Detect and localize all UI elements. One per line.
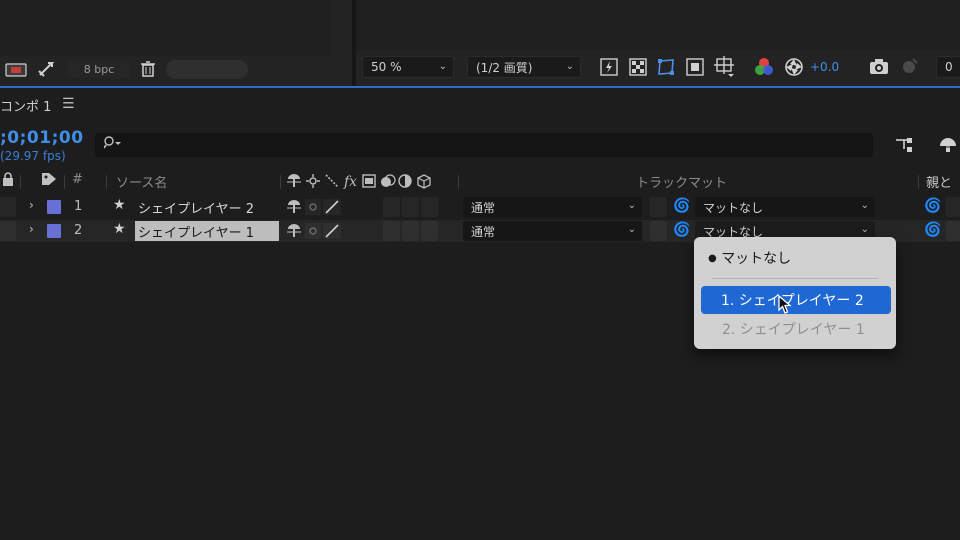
- parent-pick-whip-icon[interactable]: 🌀: [924, 198, 941, 214]
- checkmark-dot-icon: ●: [708, 253, 717, 264]
- parent-pick-whip-icon[interactable]: 🌀: [924, 222, 941, 238]
- chevron-down-icon: ⌄: [565, 61, 574, 72]
- search-icon: [103, 136, 124, 154]
- layer-search-input[interactable]: [95, 133, 873, 157]
- column-separator[interactable]: [918, 175, 919, 189]
- render-queue-icon[interactable]: [36, 59, 56, 79]
- preserve-transparency-switch[interactable]: [650, 221, 667, 241]
- bit-depth-button[interactable]: 8 bpc: [68, 61, 130, 78]
- track-matte-dropdown[interactable]: マットなし ⌄: [695, 197, 875, 217]
- view-options-value: 0: [945, 60, 953, 74]
- chevron-down-icon: ⌄: [627, 200, 636, 211]
- menu-separator: [712, 278, 878, 279]
- grid-guides-icon[interactable]: [712, 55, 736, 79]
- blend-mode-value: 通常: [471, 200, 496, 215]
- switches-header-icons: fx: [286, 173, 438, 193]
- region-of-interest-icon[interactable]: [684, 56, 706, 78]
- expand-arrow-icon[interactable]: ›: [29, 222, 34, 236]
- shape-layer-star-icon: ★: [113, 197, 126, 213]
- parent-dropdown[interactable]: [946, 221, 960, 241]
- matte-link-spiral-icon[interactable]: 🌀: [673, 198, 690, 214]
- lock-switch[interactable]: [0, 221, 16, 241]
- flowchart-icon[interactable]: [4, 60, 28, 79]
- switch-box[interactable]: [421, 221, 438, 241]
- switch-box[interactable]: [383, 197, 400, 217]
- label-color-swatch[interactable]: [47, 224, 61, 238]
- hamburger-menu-icon[interactable]: ☰: [62, 96, 75, 112]
- zoom-value: 50 %: [371, 60, 402, 74]
- show-snapshot-icon[interactable]: [898, 56, 920, 78]
- blend-mode-value: 通常: [471, 224, 496, 239]
- expand-arrow-icon[interactable]: ›: [29, 198, 34, 212]
- menu-item-label: 1. シェイプレイヤー 2: [721, 293, 864, 309]
- resolution-dropdown[interactable]: (1/2 画質) ⌄: [467, 56, 581, 78]
- switch-box[interactable]: [402, 221, 419, 241]
- channel-rgb-icon[interactable]: [753, 56, 775, 78]
- layer-switches[interactable]: [286, 198, 344, 220]
- lock-switch[interactable]: [0, 197, 16, 217]
- layer-switches[interactable]: [286, 222, 344, 244]
- blend-mode-dropdown[interactable]: 通常 ⌄: [463, 221, 642, 241]
- column-separator[interactable]: [458, 175, 459, 189]
- column-separator[interactable]: [280, 175, 281, 189]
- chevron-down-icon: ⌄: [627, 224, 636, 235]
- menu-item-no-matte[interactable]: ● マットなし: [708, 248, 791, 268]
- shape-layer-star-icon: ★: [113, 221, 126, 237]
- preserve-transparency-switch[interactable]: [650, 197, 667, 217]
- composition-viewer-canvas: [356, 0, 960, 50]
- switch-box[interactable]: [402, 197, 419, 217]
- zoom-dropdown[interactable]: 50 % ⌄: [362, 56, 454, 78]
- label-column-icon: [41, 172, 57, 190]
- layer-name[interactable]: シェイプレイヤー 1: [135, 221, 279, 241]
- layer-index: 1: [74, 199, 83, 214]
- trash-icon[interactable]: [138, 59, 158, 79]
- label-color-swatch[interactable]: [47, 200, 61, 214]
- column-separator[interactable]: [20, 175, 21, 189]
- view-options-dropdown[interactable]: 0: [936, 56, 960, 78]
- column-header-track-matte[interactable]: トラックマット: [636, 172, 727, 191]
- project-panel-content: [0, 0, 330, 56]
- parent-dropdown[interactable]: [946, 197, 960, 217]
- menu-item-label: マットなし: [721, 251, 792, 267]
- chevron-down-icon: ⌄: [438, 61, 447, 72]
- exposure-value[interactable]: +0.0: [810, 60, 839, 74]
- column-header-number: #: [72, 172, 83, 187]
- chevron-down-icon: ⌄: [860, 224, 869, 235]
- layer-name[interactable]: シェイプレイヤー 2: [135, 197, 279, 217]
- column-header-source-name[interactable]: ソース名: [116, 172, 167, 191]
- fast-previews-icon[interactable]: [598, 56, 620, 78]
- composition-flowchart-icon[interactable]: [893, 135, 915, 155]
- resolution-value: (1/2 画質): [476, 60, 533, 75]
- switch-box[interactable]: [421, 197, 438, 217]
- mask-path-visibility-icon[interactable]: [655, 56, 677, 78]
- menu-item-layer-1[interactable]: 1. シェイプレイヤー 2: [701, 286, 891, 314]
- timeline-tab-title[interactable]: コンポ 1: [0, 96, 51, 115]
- chevron-down-icon: ⌄: [860, 200, 869, 211]
- mouse-cursor-icon: [778, 294, 792, 319]
- column-header-parent[interactable]: 親と: [926, 172, 952, 191]
- reset-exposure-icon[interactable]: [783, 56, 805, 78]
- layer-index: 2: [74, 223, 83, 238]
- matte-link-spiral-icon[interactable]: 🌀: [673, 222, 690, 238]
- svg-text:fx: fx: [343, 174, 357, 189]
- transparency-grid-icon[interactable]: [627, 56, 649, 78]
- switch-box[interactable]: [383, 221, 400, 241]
- menu-item-layer-2-disabled: 2. シェイプレイヤー 1: [722, 322, 865, 338]
- lock-column-icon: [2, 172, 14, 190]
- project-scroll-pill[interactable]: [166, 60, 248, 79]
- active-panel-indicator: [0, 86, 960, 88]
- layer-row[interactable]: › 1 ★ シェイプレイヤー 2 通常 ⌄ 🌀 マットなし ⌄ 🌀: [0, 196, 960, 218]
- column-separator[interactable]: [106, 175, 107, 189]
- column-separator[interactable]: [64, 175, 65, 189]
- track-matte-value: マットなし: [703, 200, 764, 215]
- draft-3d-icon[interactable]: [937, 134, 959, 156]
- frame-rate-label: (29.97 fps): [0, 149, 66, 163]
- current-time-display[interactable]: ;0;01;00: [0, 128, 84, 148]
- blend-mode-dropdown[interactable]: 通常 ⌄: [463, 197, 642, 217]
- camera-snapshot-icon[interactable]: [868, 56, 890, 78]
